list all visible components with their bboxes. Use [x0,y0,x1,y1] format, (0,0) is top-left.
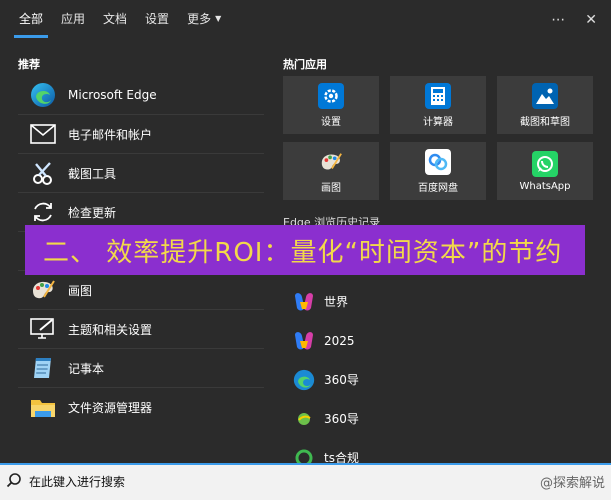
snip-sketch-icon [532,82,558,109]
list-item-label: 画图 [68,283,93,298]
overlay-banner: 二、 效率提升ROI：量化“时间资本”的节约 [25,225,585,275]
app-tile-baidu-netdisk[interactable]: 百度网盘 [390,142,486,200]
copilot-icon [290,327,318,355]
recent-item-label: 2025 [324,333,355,348]
recent-item[interactable]: 360导 [290,360,430,399]
paint-icon [318,149,344,175]
tab-documents[interactable]: 文档 [94,0,136,40]
tab-apps[interactable]: 应用 [52,0,94,40]
list-item-paint[interactable]: 画图 [18,271,264,310]
app-tile-label: WhatsApp [519,180,571,192]
filter-tabs: 全部 应用 文档 设置 更多 ▼ [10,0,230,40]
edge-icon [28,80,58,110]
list-item-label: 记事本 [68,361,105,376]
refresh-icon [28,197,58,227]
mail-icon [28,119,58,149]
search-icon [6,472,22,492]
top-bar: 全部 应用 文档 设置 更多 ▼ ⋯ ✕ [0,0,611,40]
tab-label: 全部 [19,12,44,26]
recent-item[interactable]: 360导 [290,399,430,438]
recent-item-label: 360导 [324,373,359,387]
baidu-netdisk-icon [425,148,451,175]
tab-settings[interactable]: 设置 [136,0,178,40]
recent-item-label: 360导 [324,412,359,426]
tab-label: 设置 [145,12,170,26]
tab-all[interactable]: 全部 [10,0,52,40]
app-tile-label: 设置 [321,116,341,128]
recent-history-list: 世界 2025 360导 360导 ts合规 [290,282,430,477]
folder-icon [28,393,58,423]
list-item-theme[interactable]: 主题和相关设置 [18,310,264,349]
recent-item-label: 世界 [324,295,349,309]
tab-label: 应用 [61,12,86,26]
overlay-banner-text: 二、 效率提升ROI：量化“时间资本”的节约 [43,237,563,268]
app-tile-label: 截图和草图 [520,116,570,128]
chevron-down-icon: ▼ [215,14,222,23]
list-item-label: 检查更新 [68,205,117,220]
calculator-icon [425,82,451,109]
list-item-label: Microsoft Edge [68,88,157,102]
recommended-title: 推荐 [18,58,40,71]
snipping-tool-icon [28,158,58,188]
list-item-edge[interactable]: Microsoft Edge [18,76,264,115]
watermark-text: @探索解说 [539,476,605,491]
list-item-label: 截图工具 [68,166,117,181]
list-item-mail[interactable]: 电子邮件和帐户 [18,115,264,154]
gear-icon [318,82,344,109]
search-input[interactable] [27,470,331,494]
copilot-icon [290,288,318,316]
list-item-notepad[interactable]: 记事本 [18,349,264,388]
tab-label: 文档 [103,12,128,26]
close-icon[interactable]: ✕ [585,12,597,28]
theme-icon [28,314,58,344]
tab-label: 更多 [187,12,212,26]
360-icon [290,405,318,433]
list-item-snipping-tool[interactable]: 截图工具 [18,154,264,193]
app-tile-label: 百度网盘 [418,182,458,194]
app-tile-label: 计算器 [423,116,453,128]
tab-more[interactable]: 更多 ▼ [178,0,230,40]
app-tile-settings[interactable]: 设置 [283,76,379,134]
whatsapp-icon [532,150,558,177]
recent-item[interactable]: 世界 [290,282,430,321]
paint-icon [28,275,58,305]
notepad-icon [28,353,58,383]
list-item-label: 电子邮件和帐户 [68,127,153,142]
app-tile-calculator[interactable]: 计算器 [390,76,486,134]
list-item-label: 文件资源管理器 [68,401,153,415]
list-item-label: 主题和相关设置 [68,322,153,337]
top-apps-title: 热门应用 [283,58,327,71]
top-apps-grid: 设置 计算器 截图和草图 画图 百度网盘 WhatsApp [283,76,600,200]
recent-item[interactable]: 2025 [290,321,430,360]
app-tile-whatsapp[interactable]: WhatsApp [497,142,593,200]
ellipsis-icon[interactable]: ⋯ [551,12,565,28]
app-tile-paint[interactable]: 画图 [283,142,379,200]
app-tile-snip-sketch[interactable]: 截图和草图 [497,76,593,134]
search-bar: @探索解说 [0,463,611,500]
edge-icon [290,366,318,394]
app-tile-label: 画图 [321,182,341,194]
list-item-file-explorer[interactable]: 文件资源管理器 [18,388,264,427]
